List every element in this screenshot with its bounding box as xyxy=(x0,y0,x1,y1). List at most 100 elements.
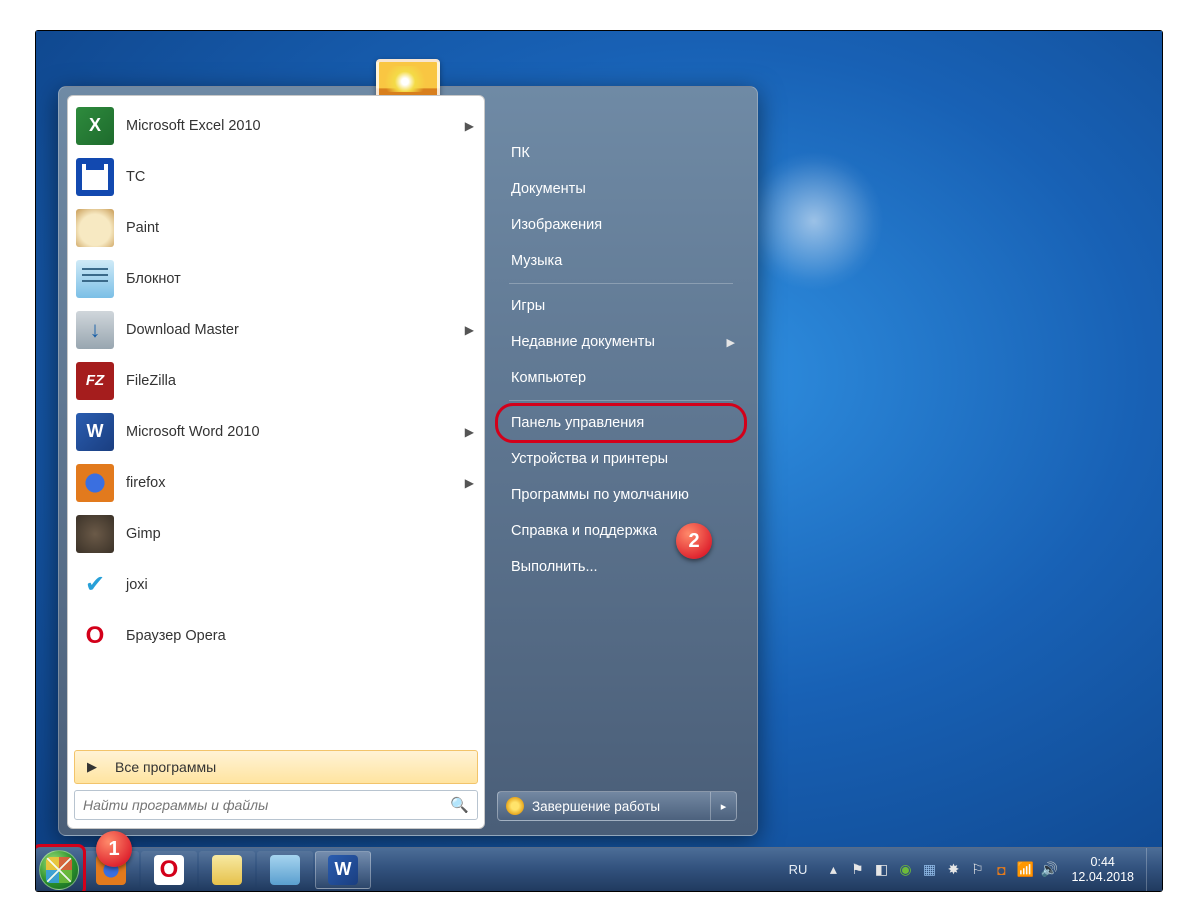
search-input[interactable] xyxy=(83,797,450,813)
shutdown-options-arrow[interactable]: ▸ xyxy=(710,792,736,820)
network-icon[interactable]: 📶 xyxy=(1016,861,1034,879)
search-box[interactable]: 🔍 xyxy=(74,790,478,820)
app-icon xyxy=(76,566,114,604)
photo-icon xyxy=(270,855,300,885)
program-label: Paint xyxy=(126,220,474,236)
program-item[interactable]: Microsoft Excel 2010▶ xyxy=(70,100,482,151)
program-label: TC xyxy=(126,169,474,185)
right-pane-item[interactable]: Игры xyxy=(497,288,745,324)
explorer-icon xyxy=(212,855,242,885)
program-label: joxi xyxy=(126,577,474,593)
app-icon xyxy=(76,515,114,553)
separator xyxy=(509,283,733,284)
right-item-label: Выполнить... xyxy=(511,559,598,575)
right-item-label: Музыка xyxy=(511,253,562,269)
submenu-arrow-icon: ▶ xyxy=(465,119,474,133)
app-icon xyxy=(76,107,114,145)
start-menu: Microsoft Excel 2010▶TCPaintБлокнотDownl… xyxy=(58,86,758,836)
taskbar-explorer[interactable] xyxy=(199,851,255,889)
program-label: Microsoft Excel 2010 xyxy=(126,118,465,134)
tray-icon-2[interactable]: ◉ xyxy=(896,861,914,879)
action-center-icon[interactable]: ⚑ xyxy=(848,861,866,879)
start-menu-right-pane: ПКДокументыИзображенияМузыкаИгрыНедавние… xyxy=(497,135,745,585)
tray-icon-4[interactable]: ✸ xyxy=(944,861,962,879)
app-icon xyxy=(76,362,114,400)
shutdown-label: Завершение работы xyxy=(532,799,710,814)
app-icon xyxy=(76,311,114,349)
program-item[interactable]: Download Master▶ xyxy=(70,304,482,355)
program-label: Download Master xyxy=(126,322,465,338)
right-item-label: Справка и поддержка xyxy=(511,523,657,539)
right-pane-item[interactable]: Выполнить... xyxy=(497,549,745,585)
system-tray: RU ▴ ⚑ ◧ ◉ ▦ ✸ ⚐ ◘ 📶 🔊 0:44 12.04.2018 xyxy=(783,848,1162,891)
start-button[interactable] xyxy=(36,848,82,892)
tray-icon-3[interactable]: ▦ xyxy=(920,861,938,879)
submenu-arrow-icon: ▶ xyxy=(465,323,474,337)
tray-icon-1[interactable]: ◧ xyxy=(872,861,890,879)
callout-2: 2 xyxy=(676,523,712,559)
program-label: Браузер Opera xyxy=(126,628,474,644)
word-icon xyxy=(328,855,358,885)
program-item[interactable]: joxi xyxy=(70,559,482,610)
arrow-right-icon: ▶ xyxy=(87,759,97,775)
language-indicator[interactable]: RU xyxy=(789,862,808,877)
program-label: FileZilla xyxy=(126,373,474,389)
clock-time: 0:44 xyxy=(1071,855,1134,870)
taskbar-word[interactable] xyxy=(315,851,371,889)
taskbar-opera[interactable] xyxy=(141,851,197,889)
start-menu-left-pane: Microsoft Excel 2010▶TCPaintБлокнотDownl… xyxy=(67,95,485,829)
tray-icon-5[interactable]: ⚐ xyxy=(968,861,986,879)
right-pane-item[interactable]: Устройства и принтеры xyxy=(497,441,745,477)
program-label: Microsoft Word 2010 xyxy=(126,424,465,440)
app-icon xyxy=(76,260,114,298)
right-pane-item[interactable]: Программы по умолчанию xyxy=(497,477,745,513)
opera-icon xyxy=(154,855,184,885)
right-pane-item[interactable]: Документы xyxy=(497,171,745,207)
show-desktop-button[interactable] xyxy=(1146,848,1156,892)
right-item-label: Программы по умолчанию xyxy=(511,487,689,503)
tray-up-icon[interactable]: ▴ xyxy=(824,861,842,879)
app-icon xyxy=(76,158,114,196)
right-pane-item[interactable]: Панель управления xyxy=(497,405,745,441)
taskbar-photo[interactable] xyxy=(257,851,313,889)
right-pane-item[interactable]: Компьютер xyxy=(497,360,745,396)
pinned-programs-list: Microsoft Excel 2010▶TCPaintБлокнотDownl… xyxy=(68,96,484,746)
right-pane-item[interactable]: Недавние документы ▶ xyxy=(497,324,745,360)
app-icon xyxy=(76,617,114,655)
program-label: Gimp xyxy=(126,526,474,542)
shutdown-button[interactable]: Завершение работы ▸ xyxy=(497,791,737,821)
program-item[interactable]: Браузер Opera xyxy=(70,610,482,661)
right-item-label: Недавние документы xyxy=(511,334,655,350)
program-label: Блокнот xyxy=(126,271,474,287)
submenu-arrow-icon: ▶ xyxy=(465,476,474,490)
windows-logo-icon xyxy=(39,850,79,890)
program-item[interactable]: Microsoft Word 2010▶ xyxy=(70,406,482,457)
program-item[interactable]: TC xyxy=(70,151,482,202)
clock-date: 12.04.2018 xyxy=(1071,870,1134,885)
search-icon: 🔍 xyxy=(450,796,469,814)
program-item[interactable]: Paint xyxy=(70,202,482,253)
program-item[interactable]: FileZilla xyxy=(70,355,482,406)
taskbar: RU ▴ ⚑ ◧ ◉ ▦ ✸ ⚐ ◘ 📶 🔊 0:44 12.04.2018 xyxy=(36,847,1162,891)
submenu-arrow-icon: ▶ xyxy=(727,336,735,349)
submenu-arrow-icon: ▶ xyxy=(465,425,474,439)
all-programs-button[interactable]: ▶ Все программы xyxy=(74,750,478,784)
right-item-label: Панель управления xyxy=(511,415,644,431)
program-item[interactable]: Gimp xyxy=(70,508,482,559)
app-icon xyxy=(76,464,114,502)
right-item-label: Компьютер xyxy=(511,370,586,386)
shield-icon xyxy=(506,797,524,815)
volume-icon[interactable]: 🔊 xyxy=(1040,861,1058,879)
right-pane-item[interactable]: ПК xyxy=(497,135,745,171)
right-pane-item[interactable]: Изображения xyxy=(497,207,745,243)
tray-icon-6[interactable]: ◘ xyxy=(992,861,1010,879)
callout-1: 1 xyxy=(96,831,132,867)
clock[interactable]: 0:44 12.04.2018 xyxy=(1071,855,1134,885)
right-item-label: ПК xyxy=(511,145,530,161)
all-programs-label: Все программы xyxy=(115,759,216,775)
separator xyxy=(509,400,733,401)
right-pane-item[interactable]: Музыка xyxy=(497,243,745,279)
app-icon xyxy=(76,413,114,451)
program-item[interactable]: Блокнот xyxy=(70,253,482,304)
program-item[interactable]: firefox▶ xyxy=(70,457,482,508)
